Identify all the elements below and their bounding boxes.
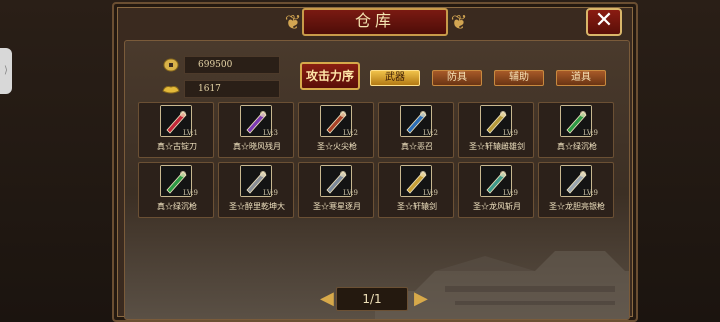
close-button[interactable]: ✕ (586, 8, 622, 36)
item-level: LV:3 (263, 129, 278, 137)
inventory-slot[interactable]: LV:9 圣☆轩辕剑 (378, 162, 454, 218)
tab-armor[interactable]: 防具 (432, 70, 482, 86)
ingot-balance: 1617 (198, 84, 221, 94)
inventory-slot[interactable]: LV:3 真☆晓风残月 (218, 102, 294, 158)
item-level: LV:1 (183, 129, 198, 137)
side-drawer-handle[interactable]: ⟩ (0, 48, 12, 94)
item-name: 真☆绿沉枪 (557, 142, 597, 151)
item-level: LV:2 (343, 129, 358, 137)
inventory-slot[interactable]: LV:9 圣☆醉里乾坤大 (218, 162, 294, 218)
item-level: LV:9 (583, 189, 598, 197)
inventory-slot[interactable]: LV:2 圣☆火尖枪 (298, 102, 374, 158)
item-level: LV:9 (423, 189, 438, 197)
coin-balance: 699500 (198, 60, 233, 70)
item-name: 真☆晓风残月 (233, 142, 281, 151)
item-level: LV:9 (503, 129, 518, 137)
prev-page-arrow-icon[interactable]: ◀ (320, 289, 334, 309)
item-name: 圣☆龙胆亮银枪 (549, 202, 605, 211)
item-level: LV:9 (183, 189, 198, 197)
window-title: 仓库 (354, 11, 395, 30)
inventory-slot[interactable]: LV:1 真☆古锭刀 (138, 102, 214, 158)
title-plate: ❦ 仓库 ❦ (280, 4, 470, 40)
inventory-slot[interactable]: LV:9 圣☆龙胆亮银枪 (538, 162, 614, 218)
item-level: LV:2 (423, 129, 438, 137)
inventory-slot[interactable]: LV:9 圣☆寒星逐月 (298, 162, 374, 218)
inventory-slot[interactable]: LV:9 圣☆龙风斩月 (458, 162, 534, 218)
item-name: 真☆绿沉枪 (157, 202, 197, 211)
tab-items[interactable]: 道具 (556, 70, 606, 86)
page-indicator: 1/1 (336, 287, 408, 311)
item-name: 真☆恶召 (401, 142, 433, 151)
next-page-arrow-icon[interactable]: ▶ (414, 289, 428, 309)
item-level: LV:9 (343, 189, 358, 197)
sort-by-attack-button[interactable]: 攻击力序 (300, 62, 360, 90)
inventory-slot[interactable]: LV:9 真☆绿沉枪 (138, 162, 214, 218)
item-level: LV:9 (583, 129, 598, 137)
item-name: 真☆古锭刀 (157, 142, 197, 151)
inventory-slot[interactable]: LV:9 圣☆轩辕雌雄剑 (458, 102, 534, 158)
tab-weapons[interactable]: 武器 (370, 70, 420, 86)
swirl-ornament-icon: ❦ (450, 10, 468, 34)
item-name: 圣☆火尖枪 (317, 142, 357, 151)
item-name: 圣☆醉里乾坤大 (229, 202, 285, 211)
copper-coin-icon (163, 58, 179, 72)
item-name: 圣☆轩辕雌雄剑 (469, 142, 525, 151)
item-level: LV:9 (263, 189, 278, 197)
item-level: LV:9 (503, 189, 518, 197)
item-name: 圣☆龙风斩月 (473, 202, 521, 211)
tab-accessories[interactable]: 辅助 (494, 70, 544, 86)
warehouse-window: ❦ 仓库 ❦ ✕ 699500 1617 攻击力序 武器 防具 辅助 道具 LV… (112, 2, 638, 322)
inventory-slot[interactable]: LV:2 真☆恶召 (378, 102, 454, 158)
item-name: 圣☆轩辕剑 (397, 202, 437, 211)
inventory-slot[interactable]: LV:9 真☆绿沉枪 (538, 102, 614, 158)
gold-ingot-icon (162, 86, 180, 94)
item-name: 圣☆寒星逐月 (313, 202, 361, 211)
